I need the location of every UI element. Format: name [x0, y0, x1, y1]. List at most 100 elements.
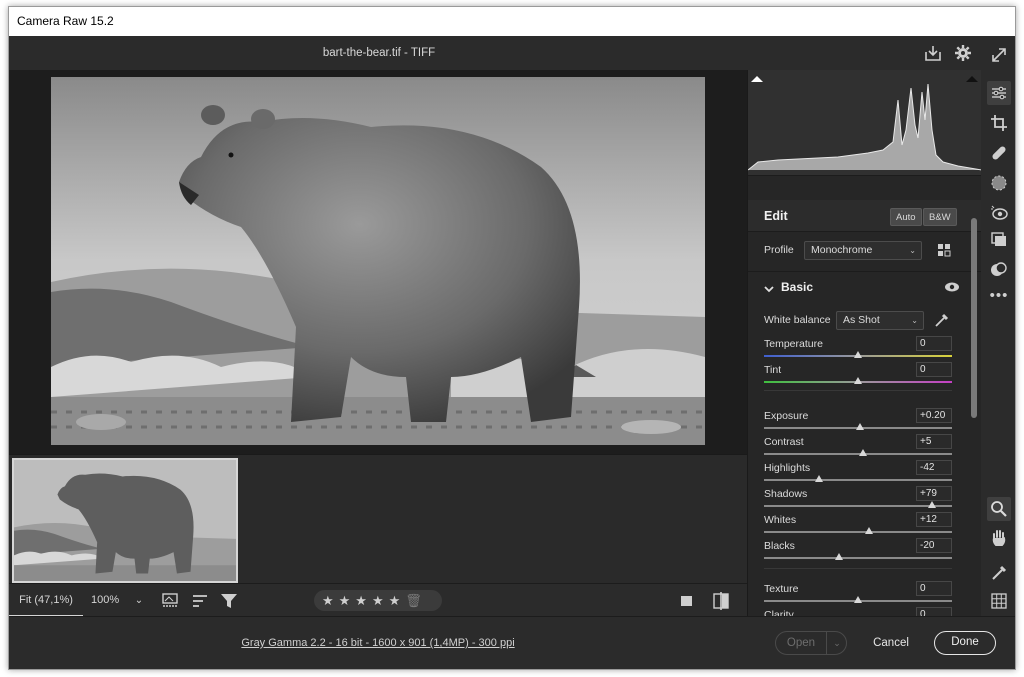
healing-bandage-icon[interactable]	[987, 141, 1011, 165]
highlights-track[interactable]	[764, 479, 952, 481]
white-balance-select[interactable]: As Shot ⌄	[836, 311, 924, 330]
profile-browser-icon[interactable]	[936, 242, 954, 260]
open-button[interactable]: Open ⌄	[775, 631, 847, 655]
filmstrip-view-icon[interactable]	[161, 591, 181, 611]
edit-title: Edit	[764, 209, 788, 223]
filmstrip	[9, 454, 747, 583]
texture-label: Texture	[764, 583, 799, 595]
profile-select-value[interactable]: Monochrome	[811, 244, 872, 256]
temperature-value-field[interactable]: 0	[916, 336, 952, 351]
image-canvas[interactable]	[9, 70, 747, 454]
cancel-button[interactable]: Cancel	[861, 631, 921, 655]
highlights-label: Highlights	[764, 462, 811, 474]
star-rating[interactable]: ★★★★★🗑	[314, 590, 442, 611]
hand-tool-icon[interactable]	[987, 526, 1011, 550]
contrast-value-field[interactable]: +5	[916, 434, 952, 449]
white-balance-label: White balance	[764, 314, 831, 326]
snapshots-icon[interactable]	[987, 228, 1011, 252]
contrast-slider[interactable]: Contrast +5	[764, 434, 952, 462]
tint-thumb[interactable]	[854, 377, 862, 384]
blacks-track[interactable]	[764, 557, 952, 559]
chevron-down-icon: ⌄	[911, 316, 918, 325]
shadows-value-field[interactable]: +79	[916, 486, 952, 501]
masking-icon[interactable]	[987, 171, 1011, 195]
texture-value-field[interactable]: 0	[916, 581, 952, 596]
temperature-slider[interactable]: Temperature 0	[764, 336, 952, 364]
bottom-toolbar: Fit (47,1%) 100% ⌄ ★★★★★🗑	[9, 583, 747, 617]
scrollbar-thumb[interactable]	[971, 218, 977, 418]
highlights-thumb[interactable]	[814, 475, 823, 482]
document-bar: bart-the-bear.tif - TIFF	[9, 36, 981, 70]
temperature-thumb[interactable]	[854, 351, 862, 358]
blacks-label: Blacks	[764, 540, 795, 552]
trash-icon[interactable]: 🗑	[405, 593, 422, 608]
whites-thumb[interactable]	[865, 527, 874, 534]
open-button-label[interactable]: Open	[776, 632, 826, 654]
camera-raw-window: Camera Raw 15.2 bart-the-bear.tif - TIFF	[8, 6, 1016, 670]
clarity-label: Clarity	[764, 609, 794, 616]
window-title: Camera Raw 15.2	[17, 14, 114, 28]
contrast-thumb[interactable]	[858, 449, 867, 456]
fit-zoom-button[interactable]: Fit (47,1%)	[9, 584, 83, 617]
rating-stars-label[interactable]: ★★★★★	[322, 593, 405, 608]
bw-button[interactable]: B&W	[923, 208, 957, 226]
more-options-icon[interactable]: •••	[987, 284, 1011, 308]
tint-value-field[interactable]: 0	[916, 362, 952, 377]
texture-thumb[interactable]	[854, 596, 862, 603]
workflow-options-link[interactable]: Gray Gamma 2.2 - 16 bit - 1600 x 901 (1,…	[9, 617, 747, 669]
shadows-slider[interactable]: Shadows +79	[764, 486, 952, 514]
visibility-eye-icon[interactable]	[944, 280, 960, 294]
tint-slider[interactable]: Tint 0	[764, 362, 952, 390]
whites-value-field[interactable]: +12	[916, 512, 952, 527]
zoom-100-button[interactable]: 100%	[91, 584, 119, 617]
blacks-slider[interactable]: Blacks -20	[764, 538, 952, 566]
highlights-slider[interactable]: Highlights -42	[764, 460, 952, 488]
edit-sliders-icon[interactable]	[987, 81, 1011, 105]
panel-scrollbar[interactable]	[970, 210, 978, 614]
basic-section-title: Basic	[781, 280, 814, 294]
exposure-value-field[interactable]: +0.20	[916, 408, 952, 423]
texture-slider[interactable]: Texture 0	[764, 581, 952, 609]
blacks-thumb[interactable]	[835, 553, 844, 560]
whites-track[interactable]	[764, 531, 952, 533]
before-after-icon[interactable]	[711, 591, 731, 611]
white-balance-value[interactable]: As Shot	[843, 314, 880, 326]
profile-select[interactable]: Monochrome ⌄	[804, 241, 922, 260]
white-balance-eyedropper-icon[interactable]	[934, 312, 950, 328]
shadows-track[interactable]	[764, 505, 952, 507]
red-eye-icon[interactable]	[987, 201, 1011, 225]
whites-slider[interactable]: Whites +12	[764, 512, 952, 540]
zoom-magnifier-icon[interactable]	[987, 497, 1011, 521]
open-options-chevron-icon[interactable]: ⌄	[828, 632, 846, 654]
shadows-thumb[interactable]	[928, 501, 937, 508]
zoom-chevron-down-icon[interactable]: ⌄	[131, 584, 147, 617]
save-image-icon[interactable]	[923, 43, 943, 63]
sort-icon[interactable]	[191, 591, 211, 611]
divider	[764, 390, 952, 391]
filmstrip-thumbnail[interactable]	[12, 458, 238, 583]
crop-icon[interactable]	[987, 111, 1011, 135]
basic-section-header[interactable]: Basic	[748, 272, 981, 302]
fullscreen-icon[interactable]	[987, 43, 1011, 67]
exposure-slider[interactable]: Exposure +0.20	[764, 408, 952, 436]
exposure-label: Exposure	[764, 410, 809, 422]
bear-photo	[51, 77, 705, 445]
settings-gear-icon[interactable]	[953, 43, 973, 63]
clarity-slider[interactable]: Clarity 0	[764, 607, 952, 616]
view-single-icon[interactable]	[677, 591, 697, 611]
highlights-value-field[interactable]: -42	[916, 460, 952, 475]
temperature-label: Temperature	[764, 338, 823, 350]
presets-icon[interactable]	[987, 257, 1011, 281]
grid-overlay-icon[interactable]	[987, 589, 1011, 613]
blacks-value-field[interactable]: -20	[916, 538, 952, 553]
profile-row: Profile Monochrome ⌄	[748, 232, 981, 272]
exposure-thumb[interactable]	[855, 423, 864, 430]
filter-funnel-icon[interactable]	[219, 591, 239, 611]
auto-button[interactable]: Auto	[890, 208, 922, 226]
chevron-down-icon[interactable]	[764, 281, 774, 293]
tint-label: Tint	[764, 364, 782, 376]
document-title: bart-the-bear.tif - TIFF	[322, 47, 436, 59]
color-sampler-icon[interactable]	[987, 561, 1011, 585]
done-button[interactable]: Done	[934, 631, 996, 655]
clarity-value-field[interactable]: 0	[916, 607, 952, 616]
